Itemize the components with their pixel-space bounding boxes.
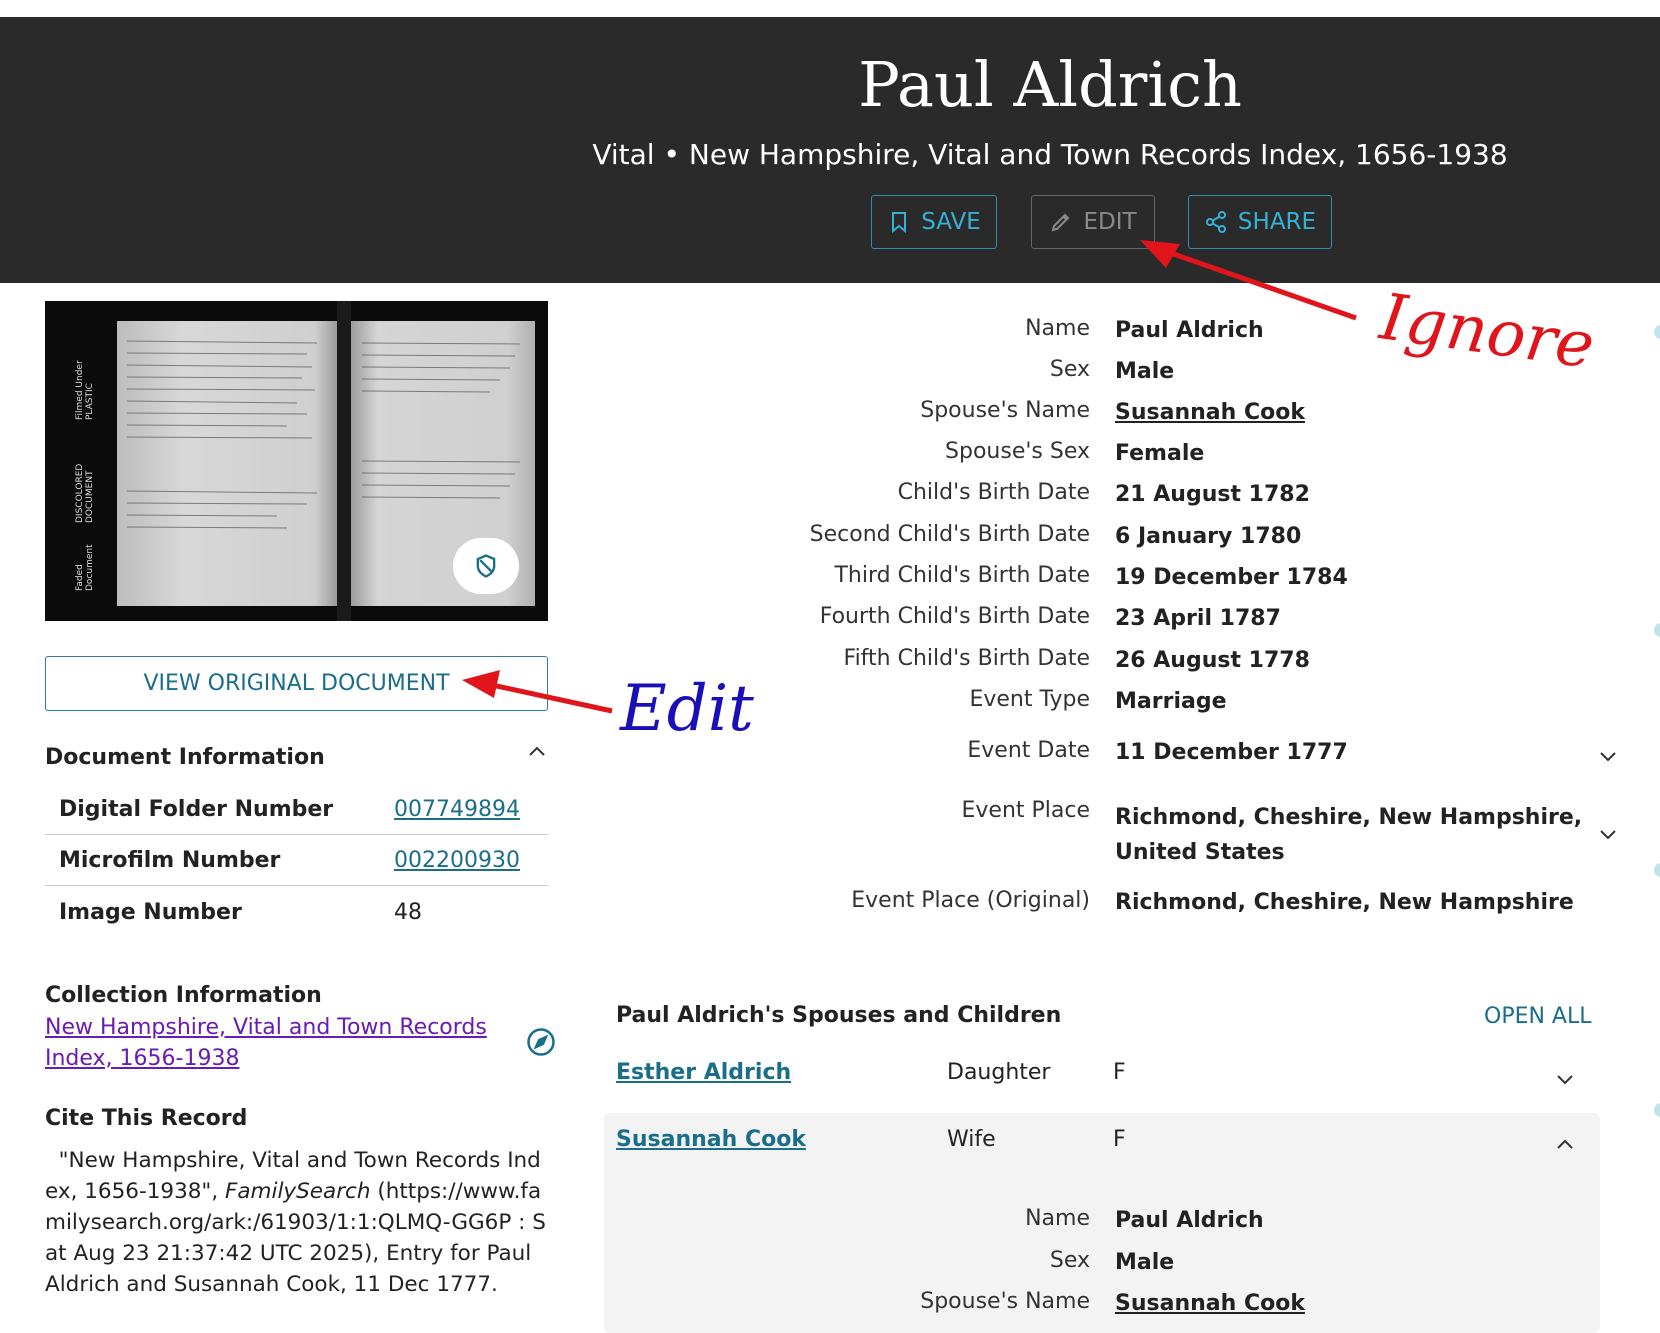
- detail-label: Event Type: [969, 687, 1090, 712]
- chevron-up-icon[interactable]: [525, 740, 549, 764]
- avatar: [1654, 325, 1660, 339]
- detail-value: 23 April 1787: [1115, 606, 1281, 631]
- collection-link-line[interactable]: New Hampshire, Vital and Town Records: [45, 1012, 487, 1043]
- pencil-icon: [1052, 213, 1070, 232]
- side-label: Faded Document: [75, 544, 95, 591]
- image-restrictions-button[interactable]: [453, 538, 519, 594]
- detail-label: Spouse's Name: [920, 1289, 1090, 1314]
- detail-label: Spouse's Name: [920, 398, 1090, 423]
- handwriting-lines: [126, 340, 318, 529]
- detail-value: 19 December 1784: [1115, 565, 1348, 590]
- microfilm-number-link[interactable]: 002200930: [394, 848, 520, 873]
- cite-heading: Cite This Record: [45, 1106, 248, 1131]
- detail-label: Name: [1025, 316, 1090, 341]
- document-info-row: Digital Folder Number 007749894: [45, 785, 548, 835]
- detail-label: Event Date: [967, 738, 1090, 763]
- detail-value: Paul Aldrich: [1115, 318, 1264, 343]
- avatar: [1654, 623, 1660, 637]
- compass-icon[interactable]: [526, 1027, 556, 1057]
- record-subtitle: Vital • New Hampshire, Vital and Town Re…: [592, 138, 1508, 171]
- detail-value: 26 August 1778: [1115, 648, 1310, 673]
- document-info-row: Image Number 48: [45, 888, 548, 938]
- detail-label: Fourth Child's Birth Date: [819, 604, 1090, 629]
- detail-label: Spouse's Sex: [945, 439, 1090, 464]
- detail-label: Event Place (Original): [851, 888, 1090, 913]
- citation-italic: FamilySearch: [225, 1179, 371, 1204]
- document-info-row: Microfilm Number 002200930: [45, 836, 548, 886]
- save-label: SAVE: [921, 209, 981, 235]
- family-member-link[interactable]: Esther Aldrich: [616, 1060, 791, 1085]
- annotation-ignore: Ignore: [1375, 280, 1599, 384]
- side-label: DISCOLORED DOCUMENT: [75, 463, 95, 523]
- info-label: Digital Folder Number: [59, 797, 334, 822]
- info-label: Image Number: [59, 900, 242, 925]
- detail-value: Male: [1115, 359, 1175, 384]
- document-info-heading: Document Information: [45, 745, 325, 770]
- avatar: [1654, 863, 1660, 877]
- top-strip: [0, 0, 1660, 17]
- bookmark-icon: [892, 212, 907, 234]
- detail-value: Male: [1115, 1250, 1175, 1275]
- collection-info-heading: Collection Information: [45, 983, 322, 1008]
- detail-label: Child's Birth Date: [897, 480, 1090, 505]
- right-sidebar-clipped: [1645, 283, 1660, 1313]
- collection-link[interactable]: New Hampshire, Vital and Town Records In…: [45, 1012, 487, 1074]
- detail-value: Paul Aldrich: [1115, 1208, 1264, 1233]
- family-member-link[interactable]: Susannah Cook: [616, 1127, 806, 1152]
- info-label: Microfilm Number: [59, 848, 281, 873]
- detail-label: Name: [1025, 1206, 1090, 1231]
- detail-value: 11 December 1777: [1115, 740, 1348, 765]
- family-relationship: Wife: [947, 1127, 996, 1152]
- chevron-down-icon[interactable]: [1596, 744, 1620, 768]
- avatar: [1654, 1103, 1660, 1117]
- detail-label: Sex: [1049, 357, 1090, 382]
- detail-value: Female: [1115, 441, 1205, 466]
- collection-link-line[interactable]: Index, 1656-1938: [45, 1043, 487, 1074]
- image-side-labels: Faded Document DISCOLORED DOCUMENT Filme…: [75, 331, 115, 591]
- family-relationship: Daughter: [947, 1060, 1051, 1085]
- detail-value: Richmond, Cheshire, New Hampshire: [1115, 890, 1574, 915]
- spouse-name-link[interactable]: Susannah Cook: [1115, 400, 1305, 425]
- digital-folder-number-link[interactable]: 007749894: [394, 797, 520, 822]
- detail-value: Richmond, Cheshire, New Hampshire, Unite…: [1115, 800, 1582, 870]
- chevron-down-icon[interactable]: [1596, 822, 1620, 846]
- ledger-left-page: [117, 321, 337, 606]
- spouse-name-link[interactable]: Susannah Cook: [1115, 1291, 1305, 1316]
- detail-label: Event Place: [961, 798, 1090, 823]
- detail-label: Third Child's Birth Date: [834, 563, 1090, 588]
- detail-label: Sex: [1049, 1248, 1090, 1273]
- chevron-down-icon[interactable]: [1553, 1067, 1577, 1091]
- family-sex: F: [1113, 1060, 1126, 1085]
- open-all-button[interactable]: OPEN ALL: [1484, 1004, 1592, 1029]
- chevron-up-icon[interactable]: [1553, 1133, 1577, 1157]
- family-sex: F: [1113, 1127, 1126, 1152]
- share-button[interactable]: SHARE: [1188, 195, 1332, 249]
- detail-value-line: Richmond, Cheshire, New Hampshire,: [1115, 805, 1583, 830]
- detail-label: Second Child's Birth Date: [809, 522, 1090, 547]
- detail-value: 6 January 1780: [1115, 524, 1302, 549]
- detail-value-line: United States: [1115, 840, 1285, 865]
- shield-icon: [476, 554, 496, 578]
- save-button[interactable]: SAVE: [871, 195, 997, 249]
- page-title: Paul Aldrich: [858, 48, 1242, 121]
- image-number-value: 48: [394, 900, 422, 925]
- detail-value: Marriage: [1115, 689, 1227, 714]
- detail-label: Fifth Child's Birth Date: [843, 646, 1090, 671]
- detail-value: 21 August 1782: [1115, 482, 1310, 507]
- edit-button[interactable]: EDIT: [1031, 195, 1155, 249]
- side-label: Filmed Under PLASTIC: [75, 360, 95, 421]
- citation-text: "New Hampshire, Vital and Town Records I…: [45, 1145, 550, 1300]
- ledger-binding: [337, 301, 351, 621]
- share-label: SHARE: [1237, 209, 1317, 235]
- share-icon: [1205, 211, 1226, 233]
- edit-label: EDIT: [1083, 209, 1137, 235]
- view-original-document-button[interactable]: VIEW ORIGINAL DOCUMENT: [45, 656, 548, 711]
- family-section-heading: Paul Aldrich's Spouses and Children: [616, 1003, 1062, 1028]
